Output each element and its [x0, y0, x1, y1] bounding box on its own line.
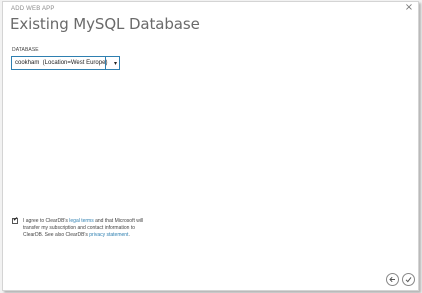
database-label: DATABASE	[12, 47, 39, 53]
legal-terms-link[interactable]: legal terms	[69, 218, 93, 224]
close-icon: ×	[404, 2, 414, 13]
confirm-button[interactable]	[402, 273, 415, 286]
back-button[interactable]	[386, 273, 399, 286]
text-caret	[105, 56, 106, 70]
checkmark-icon	[405, 277, 412, 283]
arrow-left-icon	[389, 276, 395, 283]
checkmark-icon: ✔	[13, 216, 19, 223]
page-title: Existing MySQL Database	[10, 15, 200, 33]
privacy-statement-link[interactable]: privacy statement	[89, 232, 128, 238]
agreement-checkbox[interactable]: ✔	[12, 216, 19, 224]
chevron-down-icon: ▾	[113, 60, 117, 67]
agreement-text-3: .	[128, 232, 130, 238]
database-select[interactable]: cookham (Location=West Europe) ▾	[11, 56, 120, 70]
dialog: × ADD WEB APP Existing MySQL Database DA…	[2, 1, 419, 291]
agreement-text: I agree to ClearDB's legal terms and tha…	[23, 218, 153, 239]
agreement-text-1: I agree to ClearDB's	[23, 218, 70, 224]
close-button[interactable]: ×	[404, 3, 414, 13]
dialog-subtitle: ADD WEB APP	[11, 6, 55, 12]
database-select-value: cookham (Location=West Europe)	[15, 60, 108, 66]
